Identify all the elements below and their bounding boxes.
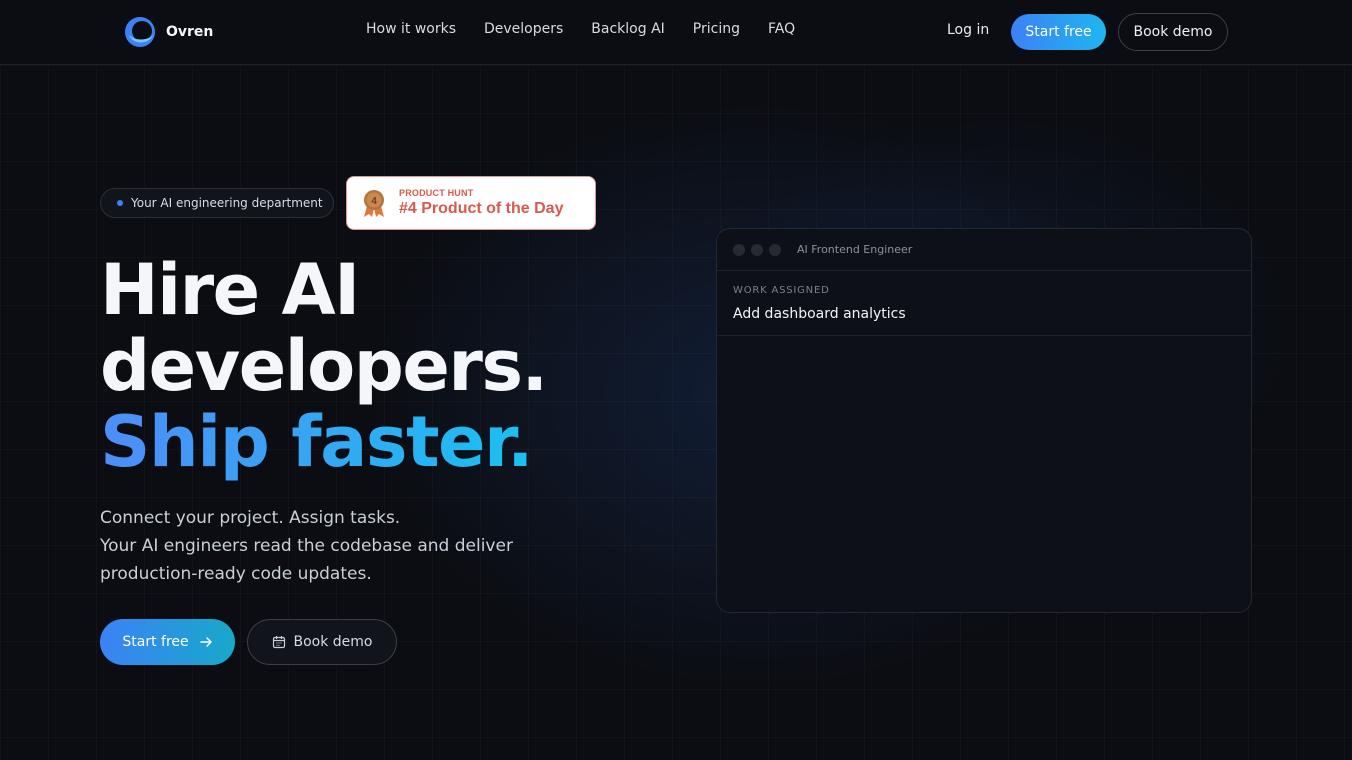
work-assigned-label: WORK ASSIGNED [733, 285, 830, 296]
hero-book-demo-label: Book demo [293, 634, 373, 650]
headline-line-2: developers. [100, 325, 548, 407]
tagline-pill: Your AI engineering department [100, 188, 334, 218]
product-hunt-badge[interactable]: 4 PRODUCT HUNT #4 Product of the Day [346, 176, 596, 230]
login-link[interactable]: Log in [947, 22, 989, 38]
calendar-icon [272, 636, 285, 649]
panel-titlebar: AI Frontend Engineer [717, 229, 1251, 271]
headline-line-1: Hire AI [100, 249, 360, 331]
top-nav: Ovren How it works Developers Backlog AI… [0, 0, 1352, 65]
nav-link-pricing[interactable]: Pricing [693, 21, 740, 37]
assigned-task: Add dashboard analytics [733, 306, 906, 322]
hero-start-free-button[interactable]: Start free [100, 619, 235, 665]
product-hunt-title: #4 Product of the Day [399, 200, 564, 217]
nav-links: How it works Developers Backlog AI Prici… [352, 21, 809, 37]
window-dot-close [733, 243, 745, 256]
work-assigned-section: WORK ASSIGNED Add dashboard analytics [717, 271, 1251, 336]
tagline-text: Your AI engineering department [131, 196, 323, 210]
ovren-logo-icon [125, 17, 155, 47]
pill-dot [117, 200, 123, 206]
hero-headline: Hire AI developers. Ship faster. [100, 249, 548, 483]
headline-accent: Ship faster. [100, 401, 534, 483]
window-dot-minimize [751, 243, 763, 256]
hero-start-free-label: Start free [122, 634, 189, 650]
nav-link-developers[interactable]: Developers [484, 21, 563, 37]
medal-rank: 4 [371, 196, 377, 207]
product-hunt-kicker: PRODUCT HUNT [399, 188, 474, 198]
nav-link-backlog-ai[interactable]: Backlog AI [591, 21, 665, 37]
nav-link-how-it-works[interactable]: How it works [366, 21, 456, 37]
window-dot-maximize [769, 243, 781, 256]
nav-link-faq[interactable]: FAQ [768, 21, 795, 37]
hero-book-demo-button[interactable]: Book demo [247, 619, 397, 665]
start-free-button[interactable]: Start free [1011, 14, 1106, 50]
hero-subtext: Connect your project. Assign tasks. Your… [100, 504, 540, 588]
book-demo-button[interactable]: Book demo [1118, 13, 1228, 51]
subtext-line-1: Connect your project. Assign tasks. [100, 508, 401, 528]
engineer-panel: AI Frontend Engineer WORK ASSIGNED Add d… [716, 228, 1252, 613]
arrow-right-icon [199, 637, 212, 647]
brand-name: Ovren [166, 24, 214, 40]
panel-title: AI Frontend Engineer [797, 243, 913, 256]
brand-link[interactable]: Ovren [123, 15, 213, 49]
medal-icon: 4 [364, 190, 384, 217]
subtext-line-2: Your AI engineers read the codebase and … [100, 536, 513, 584]
